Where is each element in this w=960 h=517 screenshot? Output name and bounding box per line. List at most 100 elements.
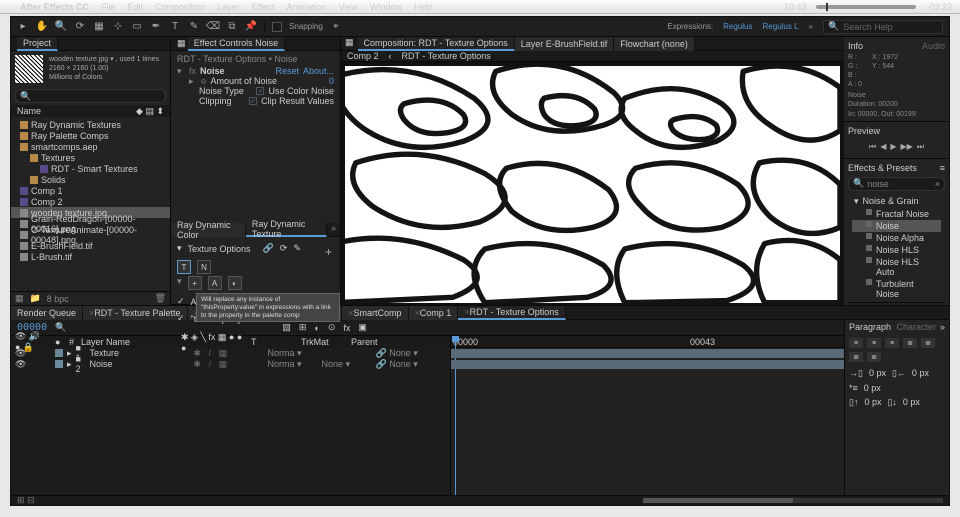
comp-tab-3[interactable]: Flowchart (none) — [614, 37, 695, 51]
video-scrubber[interactable] — [816, 5, 916, 9]
menu-help[interactable]: Help — [414, 2, 433, 12]
last-frame-icon[interactable]: ⏭ — [917, 142, 924, 152]
next-frame-icon[interactable]: ▶▶ — [901, 142, 913, 152]
paragraph-tab[interactable]: Paragraph — [849, 322, 891, 332]
timeline-tab[interactable]: × SmartComp — [342, 306, 408, 320]
composition-viewer[interactable] — [341, 62, 844, 307]
col-name[interactable]: Name — [17, 106, 41, 116]
snapping-checkbox[interactable] — [272, 22, 282, 32]
fx-preset-item[interactable]: Noise — [852, 220, 941, 232]
fx-search[interactable]: 🔍noise× — [848, 177, 945, 191]
new-comp-icon[interactable]: ▦ — [15, 293, 24, 304]
project-item[interactable]: Comp 1 — [11, 185, 170, 196]
toggle-switches-icon[interactable]: ⊞ ⊟ — [17, 495, 35, 506]
tl-icon-6[interactable]: ▣ — [358, 322, 367, 333]
panel-opts-icon[interactable]: ▦ — [177, 38, 186, 49]
opt-a-button[interactable]: + — [188, 276, 202, 290]
project-item[interactable]: O-TextureAnimate-[00000-00048].png — [11, 229, 170, 240]
menu-effect[interactable]: Effect — [252, 2, 275, 12]
tl-icon-5[interactable]: fx — [343, 323, 350, 333]
menu-animation[interactable]: Animation — [286, 2, 326, 12]
first-frame-icon[interactable]: ⏮ — [869, 142, 876, 152]
justify-center-icon[interactable]: ≣ — [921, 338, 935, 348]
fx-group[interactable]: ▾Noise & Grain — [852, 195, 941, 208]
bpc-label[interactable]: 8 bpc — [47, 294, 69, 304]
justify-left-icon[interactable]: ≣ — [903, 338, 917, 348]
effect-name[interactable]: Noise — [200, 66, 271, 76]
justify-right-icon[interactable]: ≣ — [849, 352, 863, 362]
effect-about[interactable]: About... — [303, 66, 334, 76]
menu-view[interactable]: View — [338, 2, 357, 12]
effect-reset[interactable]: Reset — [275, 66, 299, 76]
use-color-noise-checkbox[interactable]: ✓ — [256, 87, 264, 95]
hand-tool-icon[interactable]: ✋ — [36, 21, 48, 33]
preview-tab[interactable]: Preview — [848, 126, 880, 136]
fx-presets-tab[interactable]: Effects & Presets — [848, 163, 917, 173]
puppet-tool-icon[interactable]: 📌 — [245, 21, 257, 33]
comp-tab-2[interactable]: Layer E-BrushField.tif — [515, 37, 615, 51]
fx-preset-item[interactable]: Noise Alpha — [852, 232, 941, 244]
project-search[interactable]: 🔍 — [15, 89, 166, 103]
fx-preset-item[interactable]: Fractal Noise — [852, 208, 941, 220]
rotate-tool-icon[interactable]: ⟳ — [74, 21, 86, 33]
project-item[interactable]: RDT - Smart Textures — [11, 163, 170, 174]
workspace-2[interactable]: Regulus L — [763, 22, 799, 31]
anchor-tool-icon[interactable]: ⊹ — [112, 21, 124, 33]
menu-layer[interactable]: Layer — [217, 2, 240, 12]
n-mode-button[interactable]: N — [197, 260, 211, 274]
workspace-1[interactable]: Regulus — [723, 22, 752, 31]
align-center-icon[interactable]: ≡ — [867, 338, 881, 348]
align-left-icon[interactable]: ≡ — [849, 338, 863, 348]
justify-all-icon[interactable]: ≣ — [867, 352, 881, 362]
comp-crumb-1[interactable]: Comp 2 — [347, 51, 379, 61]
workspace-more[interactable]: » — [809, 22, 813, 31]
pen-tool-icon[interactable]: ✒ — [150, 21, 162, 33]
timeline-tab[interactable]: × Comp 1 — [409, 306, 459, 320]
fx-preset-item[interactable]: Noise HLS — [852, 244, 941, 256]
edit-icon[interactable]: ✎ — [293, 243, 301, 254]
project-item[interactable]: Textures — [11, 152, 170, 163]
align-right-icon[interactable]: ≡ — [885, 338, 899, 348]
twirl-icon[interactable]: ▾ — [177, 243, 182, 254]
fx-preset-item[interactable]: Turbulent Noise — [852, 278, 941, 300]
fx-preset-item[interactable]: Noise HLS Auto — [852, 256, 941, 278]
panel-menu-icon[interactable]: » — [940, 322, 945, 332]
comp-tab-1[interactable]: Composition: RDT - Texture Options — [358, 37, 515, 51]
eraser-tool-icon[interactable]: ⌫ — [207, 21, 219, 33]
project-item[interactable]: Ray Dynamic Textures — [11, 119, 170, 130]
project-item[interactable]: Comp 2 — [11, 196, 170, 207]
project-item[interactable]: L-Brush.tif — [11, 251, 170, 262]
prev-frame-icon[interactable]: ◀ — [880, 142, 886, 152]
clear-search-icon[interactable]: × — [935, 179, 940, 189]
timeline-tab[interactable]: Render Queue — [11, 306, 83, 320]
space-after[interactable]: 0 px — [903, 397, 920, 408]
rdc-color-tab[interactable]: Ray Dynamic Color — [171, 223, 246, 237]
clone-tool-icon[interactable]: ⧉ — [226, 21, 238, 33]
t-mode-button[interactable]: T — [177, 260, 191, 274]
project-item[interactable]: Solids — [11, 174, 170, 185]
first-line[interactable]: 0 px — [864, 383, 881, 393]
add-icon[interactable]: + — [325, 245, 332, 259]
project-item[interactable]: smartcomps.aep — [11, 141, 170, 152]
panel-menu-icon[interactable]: ≡ — [940, 163, 945, 173]
timeline-tab[interactable]: × RDT - Texture Options — [458, 306, 565, 320]
project-item[interactable]: Ray Palette Comps — [11, 130, 170, 141]
tl-icon-4[interactable]: ⊙ — [328, 322, 336, 333]
audio-tab[interactable]: Audio — [922, 41, 945, 51]
check-icon[interactable]: ✓ — [177, 296, 185, 307]
indent-left[interactable]: 0 px — [869, 368, 886, 379]
tl-search-icon[interactable]: 🔍 — [55, 322, 66, 333]
selection-tool-icon[interactable]: ▸ — [17, 21, 29, 33]
zoom-scrollbar[interactable] — [643, 498, 943, 503]
opt-b-button[interactable]: A — [208, 276, 222, 290]
character-tab[interactable]: Character — [896, 322, 936, 332]
brush-tool-icon[interactable]: ✎ — [188, 21, 200, 33]
menu-edit[interactable]: Edit — [128, 2, 144, 12]
timeline-layer-row[interactable]: 👁▸■ 2Noise✱ / ▦Norma ▾None ▾🔗 None ▾ — [11, 359, 450, 370]
effect-toggle[interactable]: fx — [189, 66, 196, 76]
opt-c-button[interactable]: ◐ — [228, 276, 242, 290]
play-icon[interactable]: ▶ — [890, 142, 896, 152]
rdc-texture-tab[interactable]: Ray Dynamic Texture — [246, 223, 327, 237]
menu-window[interactable]: Window — [370, 2, 402, 12]
panel-grid-icon[interactable]: ▦ — [341, 37, 358, 50]
